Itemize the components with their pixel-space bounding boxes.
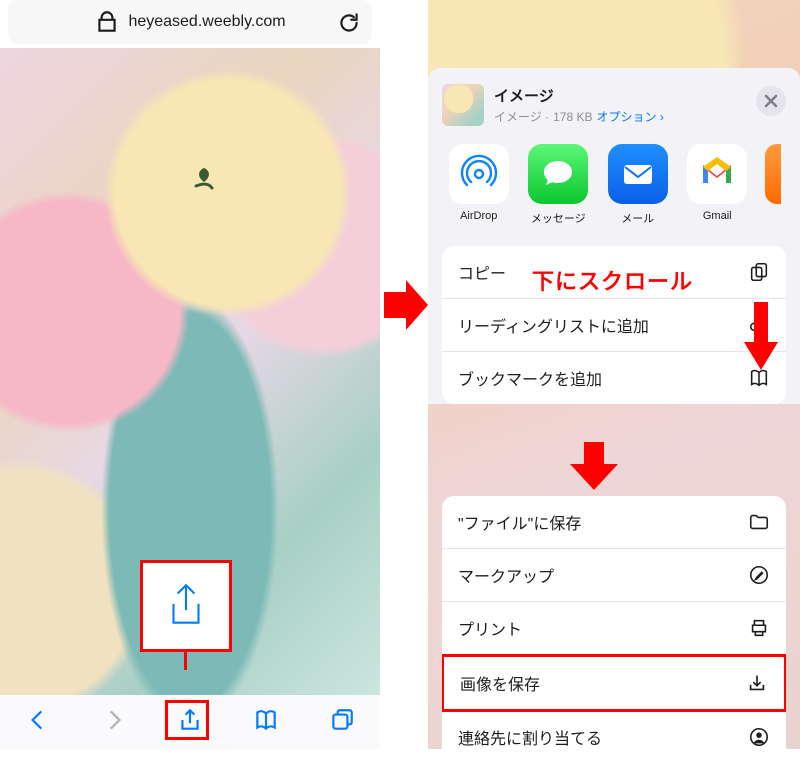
bookmarks-button[interactable] (253, 707, 279, 738)
book-icon (748, 367, 770, 389)
gmail-icon (687, 144, 747, 204)
action-save-files[interactable]: "ファイル"に保存 (442, 496, 786, 549)
tabs-button[interactable] (329, 707, 355, 738)
share-icon (164, 581, 208, 631)
chevron-left-icon (25, 707, 51, 733)
back-button[interactable] (25, 707, 51, 738)
action-markup[interactable]: マークアップ (442, 549, 786, 602)
forward-button (101, 707, 127, 738)
close-icon (764, 94, 778, 108)
url-text: heyeased.weebly.com (128, 13, 285, 31)
action-print[interactable]: プリント (442, 602, 786, 655)
share-subtitle: イメージ · 178 KB オプション › (494, 108, 664, 125)
app-label: メッセージ (531, 210, 586, 226)
safari-window: heyeased.weebly.com (0, 0, 380, 749)
action-label: コピー (458, 260, 506, 284)
annotation-arrow-down-1 (744, 302, 778, 370)
action-label: "ファイル"に保存 (458, 510, 581, 534)
share-header: イメージ イメージ · 178 KB オプション › (428, 78, 800, 138)
action-reading-list[interactable]: リーディングリストに追加 (442, 299, 786, 352)
address-bar[interactable]: heyeased.weebly.com (8, 0, 372, 44)
contact-icon (748, 726, 770, 748)
share-filesize: 178 KB (553, 110, 592, 124)
share-highlight (165, 700, 209, 740)
app-airdrop[interactable]: AirDrop (448, 144, 510, 226)
print-icon (748, 617, 770, 639)
share-title: イメージ (494, 85, 664, 106)
action-group-2: "ファイル"に保存 マークアップ プリント 画像を保存 連絡先に割り当てる (442, 496, 786, 763)
action-label: ブックマークを追加 (458, 366, 602, 390)
step-arrow-right (384, 280, 428, 330)
action-save-image[interactable]: 画像を保存 (442, 654, 786, 712)
action-assign-contact[interactable]: 連絡先に割り当てる (442, 711, 786, 763)
messages-icon (528, 144, 588, 204)
reload-button[interactable] (336, 10, 362, 41)
action-label: 連絡先に割り当てる (458, 725, 602, 749)
book-icon (253, 707, 279, 733)
action-label: リーディングリストに追加 (458, 313, 649, 337)
share-subprefix: イメージ · (494, 108, 549, 125)
copy-icon (748, 261, 770, 283)
app-mail[interactable]: メール (607, 144, 669, 226)
app-label: メール (621, 210, 654, 226)
more-app-icon (765, 144, 781, 204)
app-gmail[interactable]: Gmail (687, 144, 749, 226)
chevron-right-icon (101, 707, 127, 733)
reload-icon (336, 10, 362, 36)
action-label: プリント (458, 616, 522, 640)
app-more[interactable] (766, 144, 780, 226)
action-label: マークアップ (458, 563, 554, 587)
annotation-scroll-down: 下にスクロール (532, 264, 693, 296)
leaf-decoration (192, 166, 216, 196)
close-button[interactable] (756, 86, 786, 116)
folder-icon (748, 511, 770, 533)
lock-icon (94, 9, 120, 35)
tabs-icon (329, 707, 355, 733)
app-label: Gmail (703, 210, 732, 222)
share-options-link[interactable]: オプション › (596, 108, 663, 125)
share-callout (140, 560, 232, 652)
action-add-bookmark[interactable]: ブックマークを追加 (442, 352, 786, 404)
download-icon (746, 672, 768, 694)
callout-connector (184, 652, 187, 670)
markup-icon (748, 564, 770, 586)
app-messages[interactable]: メッセージ (528, 144, 590, 226)
annotation-arrow-down-2 (570, 442, 618, 490)
action-label: 画像を保存 (460, 671, 540, 695)
mail-icon (608, 144, 668, 204)
share-sheet-screen: イメージ イメージ · 178 KB オプション › AirDrop (428, 0, 800, 749)
preview-thumbnail (442, 84, 484, 126)
airdrop-icon (449, 144, 509, 204)
share-title-group: イメージ イメージ · 178 KB オプション › (494, 85, 664, 125)
app-label: AirDrop (460, 210, 497, 222)
share-apps-row[interactable]: AirDrop メッセージ メール Gmail (428, 138, 800, 232)
